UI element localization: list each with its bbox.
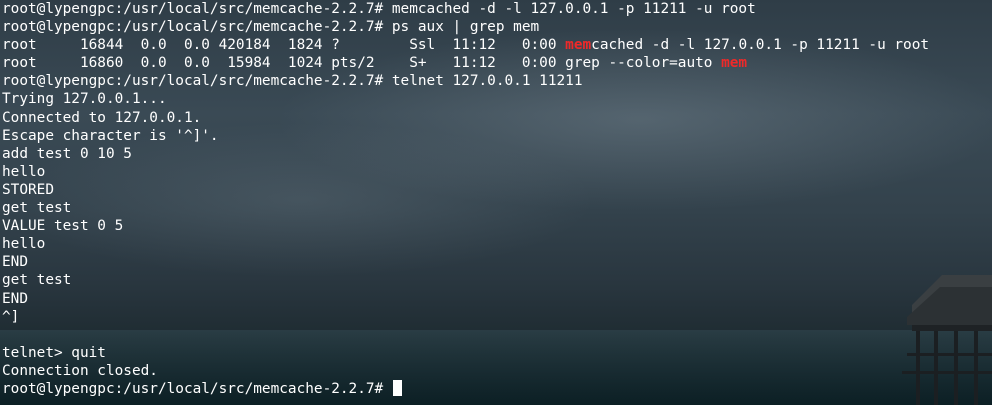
terminal-line: get test — [2, 272, 72, 289]
terminal-output: root@lypengpc:/usr/local/src/memcache-2.… — [0, 0, 992, 398]
terminal-line: telnet> quit — [2, 344, 106, 361]
terminal-line: root@lypengpc:/usr/local/src/memcache-2.… — [2, 1, 756, 17]
terminal-line: root@lypengpc:/usr/local/src/memcache-2.… — [2, 19, 540, 36]
command-prompt[interactable]: root@lypengpc:/usr/local/src/memcache-2.… — [2, 379, 992, 398]
terminal-window[interactable]: root@lypengpc:/usr/local/src/memcache-2.… — [0, 0, 992, 405]
block-cursor-icon — [392, 379, 402, 396]
terminal-line: Trying 127.0.0.1... — [2, 91, 167, 108]
terminal-line: get test — [2, 200, 72, 217]
line-text: cached -d -l 127.0.0.1 -p 11211 -u root — [591, 37, 930, 54]
line-text: root 16844 0.0 0.0 420184 1824 ? Ssl 11:… — [2, 37, 566, 54]
line-text: root 16860 0.0 0.0 15984 1024 pts/2 S+ 1… — [2, 55, 722, 72]
terminal-line: END — [2, 290, 28, 307]
terminal-line: root 16860 0.0 0.0 15984 1024 pts/2 S+ 1… — [2, 54, 992, 72]
grep-match-highlight: mem — [565, 37, 592, 54]
grep-match-highlight: mem — [721, 55, 748, 72]
terminal-line: hello — [2, 163, 46, 180]
terminal-line: add test 0 10 5 — [2, 145, 132, 162]
terminal-line: ^] — [2, 308, 20, 325]
terminal-line: Connection closed. — [2, 362, 158, 379]
terminal-line: END — [2, 254, 28, 271]
terminal-line: Escape character is '^]'. — [2, 127, 219, 144]
terminal-line: hello — [2, 236, 46, 253]
terminal-line: VALUE test 0 5 — [2, 218, 124, 235]
prompt-text: root@lypengpc:/usr/local/src/memcache-2.… — [2, 380, 392, 397]
terminal-line: root 16844 0.0 0.0 420184 1824 ? Ssl 11:… — [2, 36, 992, 54]
terminal-line: STORED — [2, 181, 54, 198]
terminal-line: root@lypengpc:/usr/local/src/memcache-2.… — [2, 73, 583, 90]
terminal-line: Connected to 127.0.0.1. — [2, 109, 202, 126]
